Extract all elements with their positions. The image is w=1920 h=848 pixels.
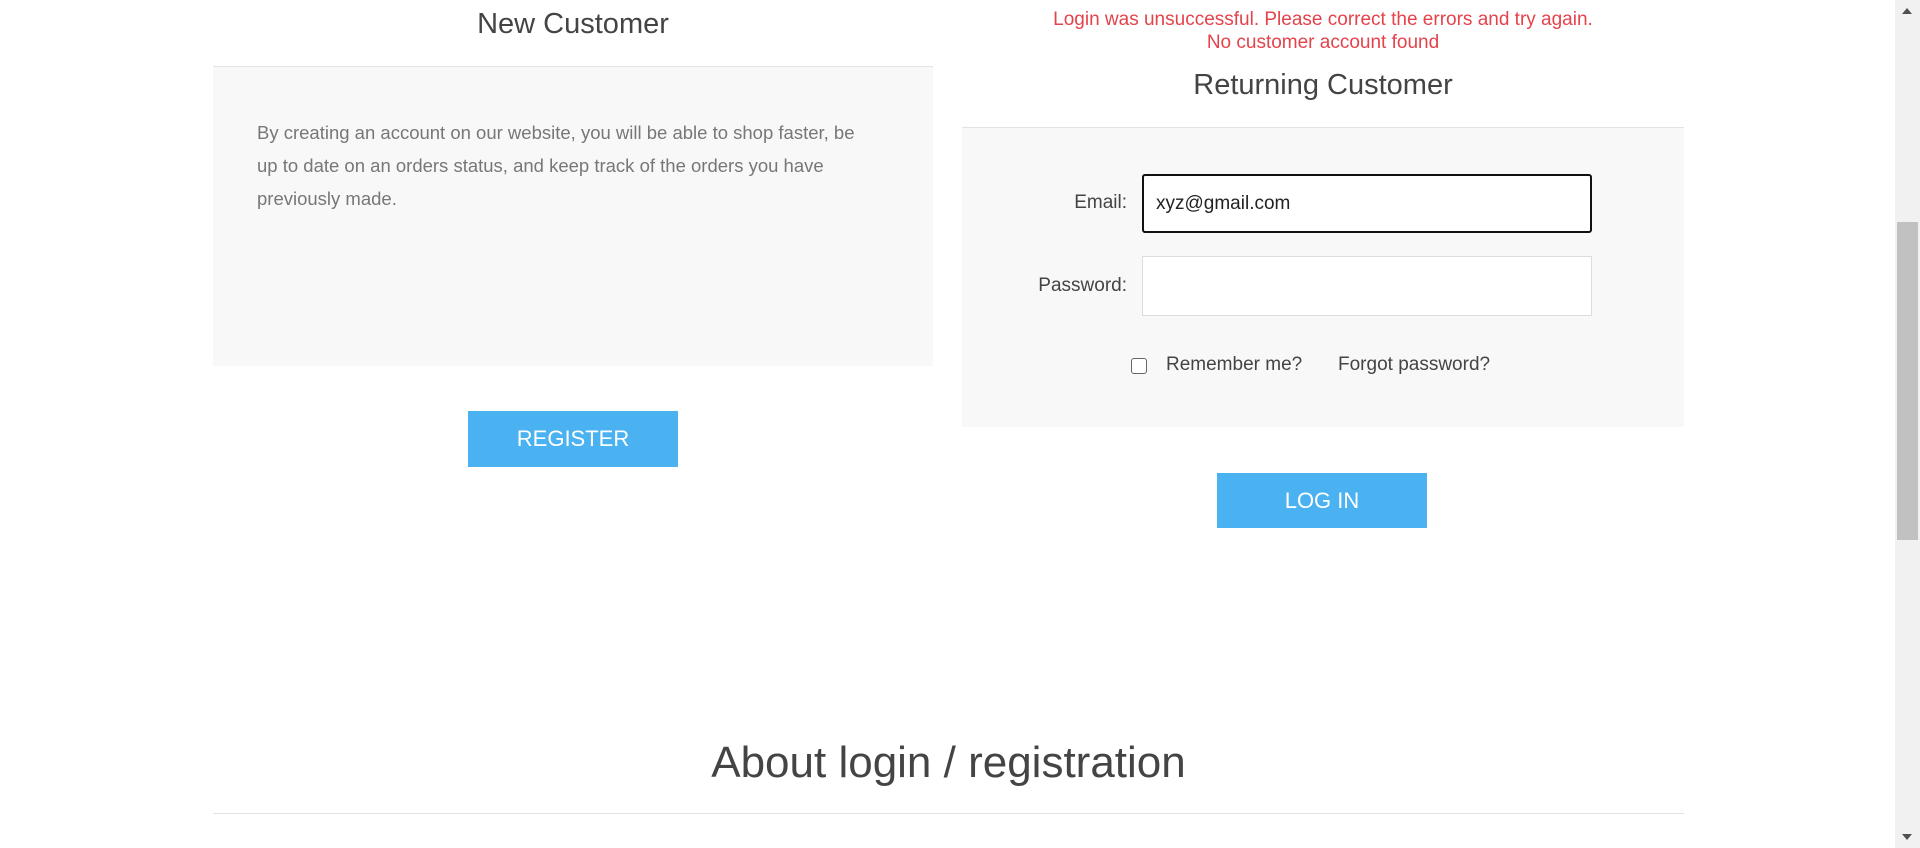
remember-me-label[interactable]: Remember me? <box>1166 354 1302 376</box>
remember-me-checkbox[interactable] <box>1131 358 1147 374</box>
email-input[interactable]: xyz@gmail.com <box>1142 174 1592 233</box>
error-message: Login was unsuccessful. Please correct t… <box>1053 9 1593 30</box>
scroll-down-arrow-icon[interactable] <box>1902 834 1912 840</box>
about-title: About login / registration <box>711 738 1186 787</box>
scrollbar[interactable] <box>1895 0 1920 848</box>
new-customer-title: New Customer <box>477 8 669 40</box>
password-label: Password: <box>1038 275 1127 296</box>
divider <box>213 813 1684 814</box>
scroll-up-arrow-icon[interactable] <box>1902 8 1912 14</box>
forgot-password-link[interactable]: Forgot password? <box>1338 354 1490 376</box>
register-button[interactable]: Register <box>468 411 678 467</box>
scrollbar-thumb[interactable] <box>1897 222 1918 540</box>
error-message-detail: No customer account found <box>1206 32 1440 53</box>
new-customer-description: By creating an account on our website, y… <box>257 122 855 209</box>
email-label: Email: <box>1074 192 1127 213</box>
new-customer-info-box: By creating an account on our website, y… <box>213 67 933 366</box>
returning-customer-title: Returning Customer <box>1193 69 1453 101</box>
login-button[interactable]: Log in <box>1217 473 1427 528</box>
password-input[interactable] <box>1142 256 1592 316</box>
